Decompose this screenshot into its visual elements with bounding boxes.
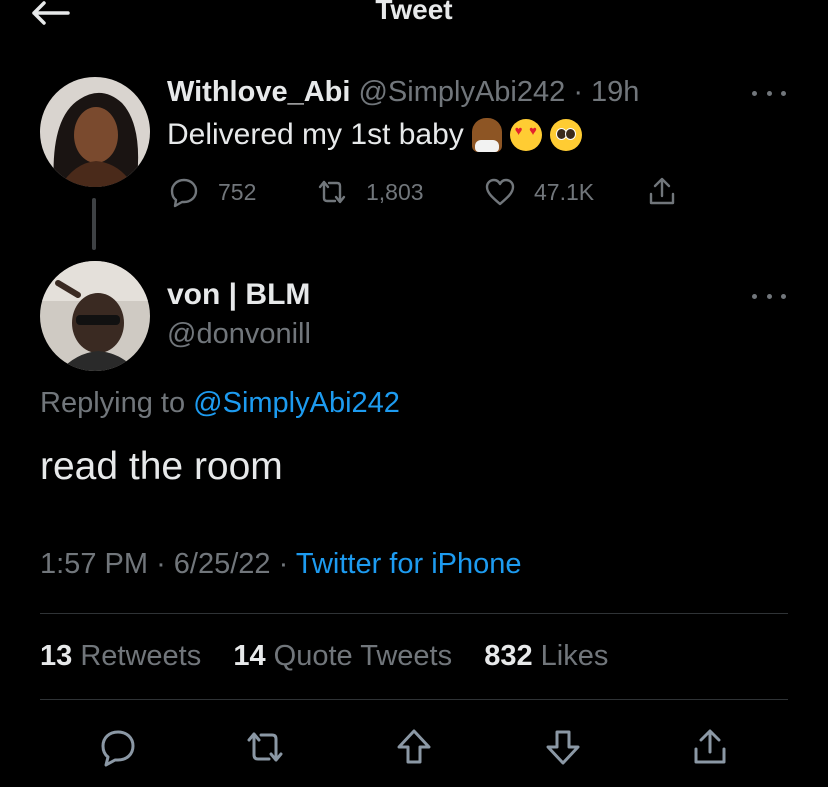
reply-icon [170,178,198,208]
separator: · [156,548,166,580]
retweet-icon[interactable] [245,727,285,767]
share-icon[interactable] [690,727,730,767]
woman-health-worker-emoji [471,118,502,152]
handle[interactable]: @SimplyAbi242 [358,76,565,108]
handle[interactable]: @donvonill [167,318,311,351]
retweet-count: 1,803 [366,178,424,205]
upvote-arrow-icon[interactable] [394,727,434,767]
separator: · [278,548,289,580]
likes-stat[interactable]: 832 Likes [484,640,608,672]
avatar[interactable] [40,261,150,371]
more-options-icon[interactable] [752,88,786,98]
quotes-stat[interactable]: 14 Quote Tweets [233,640,460,672]
tweet-date: 6/25/22 [173,548,271,580]
heart-eyes-emoji [509,119,542,151]
like-count: 47.1K [534,178,595,205]
reply-count: 752 [218,178,257,205]
retweets-label: Retweets [80,640,202,672]
thread-line [92,198,96,250]
pleading-face-emoji [549,119,582,151]
share-button[interactable] [646,176,678,208]
quotes-count: 14 [233,640,266,672]
tweet-meta: 1:57 PM · 6/25/22 · Twitter for iPhone [40,548,522,581]
heart-icon [485,178,515,206]
tweet-stats: 13 Retweets 14 Quote Tweets 832 Likes [40,640,608,673]
likes-count: 832 [484,640,533,672]
retweets-stat[interactable]: 13 Retweets [40,640,209,672]
tweet-age: 19h [591,76,640,108]
tweet-time: 1:57 PM [40,548,148,580]
tweet-text: read the room [40,445,283,488]
tweet-text: Delivered my 1st baby [167,118,582,152]
more-options-icon[interactable] [752,291,786,301]
replying-to-link[interactable]: @SimplyAbi242 [193,387,400,419]
divider [40,613,788,614]
avatar[interactable] [40,77,150,187]
reply-button[interactable]: 752 [168,176,256,208]
divider [40,699,788,700]
retweets-count: 13 [40,640,73,672]
downvote-arrow-icon[interactable] [543,727,583,767]
tweet-body: Delivered my 1st baby [167,118,464,151]
reply-icon[interactable] [98,727,138,767]
separator: · [573,76,583,108]
replying-label: Replying to [40,387,186,419]
replying-to: Replying to @SimplyAbi242 [40,387,400,420]
tweet-header: Withlove_Abi @SimplyAbi242 · 19h [167,76,639,109]
retweet-icon [318,180,346,204]
tweet-source[interactable]: Twitter for iPhone [296,548,522,580]
quotes-label: Quote Tweets [273,640,453,672]
display-name[interactable]: Withlove_Abi [167,76,350,108]
like-button[interactable]: 47.1K [484,176,594,208]
share-icon [649,177,675,205]
display-name[interactable]: von | BLM [167,278,310,312]
likes-label: Likes [540,640,609,672]
retweet-button[interactable]: 1,803 [316,176,424,208]
page-title: Tweet [375,0,453,25]
